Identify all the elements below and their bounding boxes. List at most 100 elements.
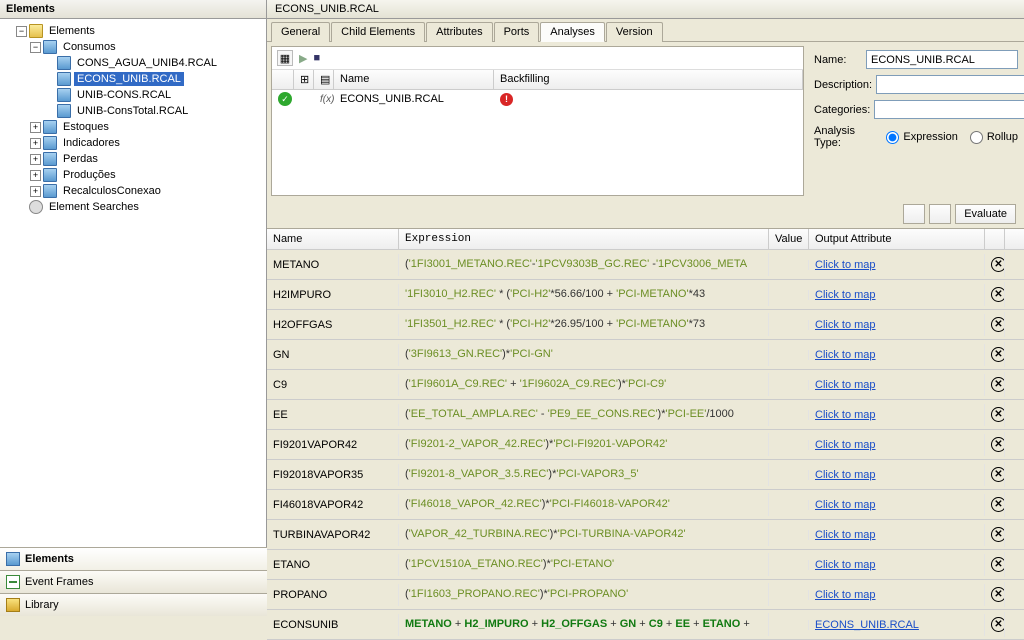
- new-analysis-button[interactable]: ▦: [277, 50, 293, 66]
- map-link[interactable]: Click to map: [815, 499, 876, 511]
- table-row[interactable]: FI9201VAPOR42('FI9201-2_VAPOR_42.REC')*'…: [267, 430, 1024, 460]
- row-name[interactable]: ETANO: [267, 554, 399, 576]
- delete-icon[interactable]: ✕: [991, 287, 1005, 302]
- table-row[interactable]: H2IMPURO'1FI3010_H2.REC' * ('PCI-H2'*56.…: [267, 280, 1024, 310]
- col-name[interactable]: Name: [334, 70, 494, 89]
- delete-icon[interactable]: ✕: [991, 617, 1005, 632]
- row-name[interactable]: METANO: [267, 254, 399, 276]
- tab-attributes[interactable]: Attributes: [426, 22, 492, 42]
- element-tree[interactable]: − Elements − Consumos CONS_AGUA_UNIB4.RC…: [0, 19, 266, 537]
- map-link[interactable]: Click to map: [815, 559, 876, 571]
- table-row[interactable]: C9('1FI9601A_C9.REC' + '1FI9602A_C9.REC'…: [267, 370, 1024, 400]
- row-name[interactable]: FI92018VAPOR35: [267, 464, 399, 486]
- expander-icon[interactable]: +: [30, 154, 41, 165]
- name-input[interactable]: [866, 50, 1018, 69]
- expander-icon[interactable]: +: [30, 186, 41, 197]
- expander-icon[interactable]: −: [16, 26, 27, 37]
- table-row[interactable]: H2OFFGAS'1FI3501_H2.REC' * ('PCI-H2'*26.…: [267, 310, 1024, 340]
- nav-event-frames[interactable]: Event Frames: [0, 570, 267, 593]
- delete-icon[interactable]: ✕: [991, 407, 1005, 422]
- expand-button[interactable]: [929, 204, 951, 224]
- row-name[interactable]: GN: [267, 344, 399, 366]
- row-name[interactable]: FI9201VAPOR42: [267, 434, 399, 456]
- delete-icon[interactable]: ✕: [991, 527, 1005, 542]
- map-link[interactable]: Click to map: [815, 289, 876, 301]
- row-expression[interactable]: ('1PCV1510A_ETANO.REC')*'PCI-ETANO': [399, 553, 769, 576]
- output-attribute-link[interactable]: ECONS_UNIB.RCAL: [815, 619, 919, 631]
- tree-root[interactable]: − Elements: [2, 23, 264, 39]
- row-expression[interactable]: METANO + H2_IMPURO + H2_OFFGAS + GN + C9…: [399, 613, 769, 636]
- delete-icon[interactable]: ✕: [991, 377, 1005, 392]
- row-expression[interactable]: '1FI3010_H2.REC' * ('PCI-H2'*56.66/100 +…: [399, 283, 769, 306]
- tree-consumos[interactable]: − Consumos: [2, 39, 264, 55]
- tab-general[interactable]: General: [271, 22, 330, 42]
- table-row[interactable]: PROPANO('1FI1603_PROPANO.REC')*'PCI-PROP…: [267, 580, 1024, 610]
- tree-item[interactable]: ECONS_UNIB.RCAL: [2, 71, 264, 87]
- map-link[interactable]: Click to map: [815, 349, 876, 361]
- map-link[interactable]: Click to map: [815, 529, 876, 541]
- tree-item[interactable]: +Estoques: [2, 119, 264, 135]
- tree-item[interactable]: CONS_AGUA_UNIB4.RCAL: [2, 55, 264, 71]
- delete-icon[interactable]: ✕: [991, 347, 1005, 362]
- evaluate-button[interactable]: Evaluate: [955, 204, 1016, 224]
- stop-icon[interactable]: ■: [313, 52, 320, 64]
- row-expression[interactable]: ('FI9201-2_VAPOR_42.REC')*'PCI-FI9201-VA…: [399, 433, 769, 456]
- delete-icon[interactable]: ✕: [991, 497, 1005, 512]
- header-expression[interactable]: Expression: [399, 229, 769, 249]
- nav-library[interactable]: Library: [0, 593, 267, 616]
- map-link[interactable]: Click to map: [815, 409, 876, 421]
- row-expression[interactable]: ('1FI3001_METANO.REC'-'1PCV9303B_GC.REC'…: [399, 253, 769, 276]
- col-backfilling[interactable]: Backfilling: [494, 70, 803, 89]
- row-name[interactable]: C9: [267, 374, 399, 396]
- row-expression[interactable]: ('FI46018_VAPOR_42.REC')*'PCI-FI46018-VA…: [399, 493, 769, 516]
- table-row[interactable]: METANO('1FI3001_METANO.REC'-'1PCV9303B_G…: [267, 250, 1024, 280]
- table-row[interactable]: ETANO('1PCV1510A_ETANO.REC')*'PCI-ETANO'…: [267, 550, 1024, 580]
- table-row[interactable]: TURBINAVAPOR42('VAPOR_42_TURBINA.REC')*'…: [267, 520, 1024, 550]
- map-link[interactable]: Click to map: [815, 589, 876, 601]
- expander-icon[interactable]: +: [30, 138, 41, 149]
- tab-version[interactable]: Version: [606, 22, 663, 42]
- tab-ports[interactable]: Ports: [494, 22, 540, 42]
- rollup-radio[interactable]: [970, 131, 983, 144]
- row-expression[interactable]: ('1FI9601A_C9.REC' + '1FI9602A_C9.REC')*…: [399, 373, 769, 396]
- row-expression[interactable]: ('1FI1603_PROPANO.REC')*'PCI-PROPANO': [399, 583, 769, 606]
- delete-icon[interactable]: ✕: [991, 467, 1005, 482]
- nav-elements[interactable]: Elements: [0, 547, 267, 570]
- tree-item[interactable]: +Indicadores: [2, 135, 264, 151]
- tree-item[interactable]: +Perdas: [2, 151, 264, 167]
- row-name[interactable]: FI46018VAPOR42: [267, 494, 399, 516]
- row-name[interactable]: H2OFFGAS: [267, 314, 399, 336]
- description-input[interactable]: [876, 75, 1024, 94]
- row-name[interactable]: ECONSUNIB: [267, 614, 399, 636]
- expander-icon[interactable]: −: [30, 42, 41, 53]
- delete-icon[interactable]: ✕: [991, 437, 1005, 452]
- row-name[interactable]: TURBINAVAPOR42: [267, 524, 399, 546]
- tree-item[interactable]: +RecalculosConexao: [2, 183, 264, 199]
- header-value[interactable]: Value: [769, 229, 809, 249]
- delete-icon[interactable]: ✕: [991, 257, 1005, 272]
- tab-analyses[interactable]: Analyses: [540, 22, 605, 42]
- row-expression[interactable]: ('FI9201-8_VAPOR_3.5.REC')*'PCI-VAPOR3_5…: [399, 463, 769, 486]
- map-link[interactable]: Click to map: [815, 439, 876, 451]
- map-link[interactable]: Click to map: [815, 469, 876, 481]
- expander-icon[interactable]: +: [30, 122, 41, 133]
- collapse-button[interactable]: [903, 204, 925, 224]
- header-output[interactable]: Output Attribute: [809, 229, 985, 249]
- map-link[interactable]: Click to map: [815, 379, 876, 391]
- categories-input[interactable]: [874, 100, 1024, 119]
- table-row[interactable]: ECONSUNIBMETANO + H2_IMPURO + H2_OFFGAS …: [267, 610, 1024, 640]
- row-expression[interactable]: '1FI3501_H2.REC' * ('PCI-H2'*26.95/100 +…: [399, 313, 769, 336]
- delete-icon[interactable]: ✕: [991, 557, 1005, 572]
- map-link[interactable]: Click to map: [815, 259, 876, 271]
- table-row[interactable]: GN('3FI9613_GN.REC')*'PCI-GN' Click to ma…: [267, 340, 1024, 370]
- row-name[interactable]: PROPANO: [267, 584, 399, 606]
- row-expression[interactable]: ('VAPOR_42_TURBINA.REC')*'PCI-TURBINA-VA…: [399, 523, 769, 546]
- row-name[interactable]: H2IMPURO: [267, 284, 399, 306]
- table-row[interactable]: FI92018VAPOR35('FI9201-8_VAPOR_3.5.REC')…: [267, 460, 1024, 490]
- delete-icon[interactable]: ✕: [991, 587, 1005, 602]
- row-expression[interactable]: ('3FI9613_GN.REC')*'PCI-GN': [399, 343, 769, 366]
- tree-item[interactable]: UNIB-ConsTotal.RCAL: [2, 103, 264, 119]
- delete-icon[interactable]: ✕: [991, 317, 1005, 332]
- map-link[interactable]: Click to map: [815, 319, 876, 331]
- analysis-row[interactable]: ✓ f(x) ECONS_UNIB.RCAL !: [272, 90, 803, 108]
